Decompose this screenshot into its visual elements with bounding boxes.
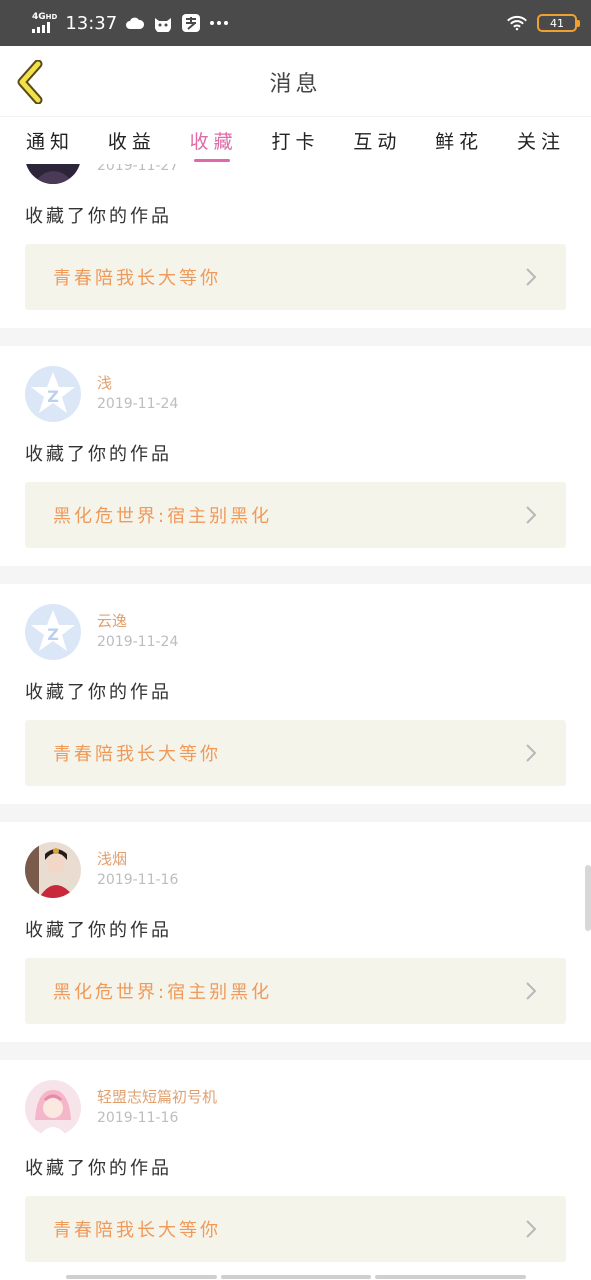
timestamp: 2019-11-24 [97,634,179,650]
cloud-icon [125,13,145,33]
work-link[interactable]: 青春陪我长大等你 [25,1196,566,1262]
tab-bar: 通知 收益 收藏 打卡 互动 鲜花 关注 [0,116,591,164]
scrollbar[interactable] [585,865,591,931]
work-link[interactable]: 青春陪我长大等你 [25,720,566,786]
battery-level: 41 [550,16,564,30]
username[interactable]: 云逸 [97,610,178,630]
default-avatar-star-icon: Z [25,366,81,422]
avatar[interactable] [25,842,81,898]
action-text: 收藏了你的作品 [25,920,172,941]
timestamp: 2019-11-16 [97,1110,179,1126]
network-type: 4G [32,12,46,22]
tab-earnings[interactable]: 收益 [108,117,156,164]
page-title: 消息 [269,72,322,97]
work-title: 黑化危世界:宿主别黑化 [53,982,273,1003]
network-indicator: 4GHD [32,13,57,33]
work-title: 青春陪我长大等你 [53,268,221,289]
work-title: 黑化危世界:宿主别黑化 [53,506,273,527]
header: 消息 [0,46,591,116]
chevron-right-icon [526,506,537,524]
list-item: 轻盟志短篇初号机 2019-11-16 收藏了你的作品 青春陪我长大等你 [0,1060,591,1276]
username[interactable]: 轻盟志短篇初号机 [97,1086,217,1106]
app-cat-icon [153,13,173,33]
message-list[interactable]: 2019-11-27 收藏了你的作品 青春陪我长大等你 Z 浅 2019-11-… [0,164,591,1276]
action-text: 收藏了你的作品 [25,206,172,227]
work-title: 青春陪我长大等你 [53,1220,221,1241]
avatar[interactable]: Z [25,604,81,660]
tab-checkin[interactable]: 打卡 [271,117,319,164]
list-item: Z 云逸 2019-11-24 收藏了你的作品 青春陪我长大等你 [0,584,591,804]
list-item: Z 浅 2019-11-24 收藏了你的作品 黑化危世界:宿主别黑化 [0,346,591,566]
list-item: 2019-11-27 收藏了你的作品 青春陪我长大等你 [0,164,591,328]
alipay-icon [181,13,201,33]
default-avatar-star-icon: Z [25,604,81,660]
chevron-right-icon [526,268,537,286]
username[interactable]: 浅烟 [97,848,178,868]
hd-label: HD [45,13,58,21]
work-title: 青春陪我长大等你 [53,744,221,765]
tab-follow[interactable]: 关注 [517,117,565,164]
timestamp: 2019-11-16 [97,872,179,888]
tab-notifications[interactable]: 通知 [26,117,74,164]
more-notifications-icon [209,13,229,33]
status-bar: 4GHD 13:37 41 [0,0,591,46]
action-text: 收藏了你的作品 [25,682,172,703]
work-link[interactable]: 黑化危世界:宿主别黑化 [25,958,566,1024]
signal-icon [32,22,57,33]
username[interactable]: 浅 [97,372,178,392]
timestamp: 2019-11-27 [97,164,179,174]
tab-favorites[interactable]: 收藏 [190,117,238,164]
clock: 13:37 [65,12,118,34]
gesture-navigation-bar[interactable] [66,1275,527,1279]
tab-flowers[interactable]: 鲜花 [435,117,483,164]
wifi-icon [507,13,527,33]
list-item: 浅烟 2019-11-16 收藏了你的作品 黑化危世界:宿主别黑化 [0,822,591,1042]
timestamp: 2019-11-24 [97,396,179,412]
svg-text:Z: Z [47,625,59,644]
chevron-right-icon [526,1220,537,1238]
tab-interaction[interactable]: 互动 [353,117,401,164]
avatar[interactable] [25,1080,81,1136]
action-text: 收藏了你的作品 [25,444,172,465]
avatar[interactable] [25,164,81,184]
action-text: 收藏了你的作品 [25,1158,172,1179]
chevron-right-icon [526,982,537,1000]
chevron-right-icon [526,744,537,762]
avatar[interactable]: Z [25,366,81,422]
work-link[interactable]: 青春陪我长大等你 [25,244,566,310]
work-link[interactable]: 黑化危世界:宿主别黑化 [25,482,566,548]
battery-icon: 41 [537,14,580,32]
svg-text:Z: Z [47,387,59,406]
